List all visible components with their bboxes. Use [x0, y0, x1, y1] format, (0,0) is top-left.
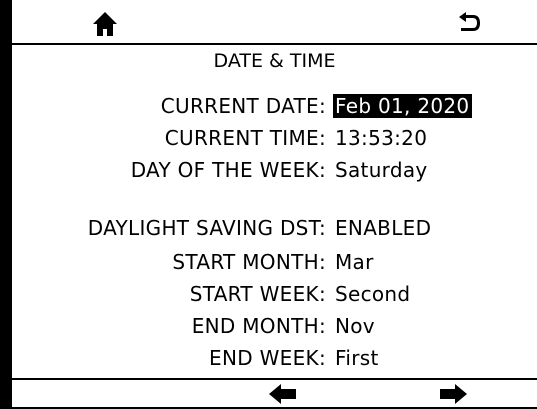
- setting-value-selected[interactable]: Feb 01, 2020: [333, 94, 473, 118]
- setting-row-start-month[interactable]: START MONTH: Mar: [12, 250, 537, 280]
- setting-row-day-of-week[interactable]: DAY OF THE WEEK: Saturday: [12, 158, 537, 188]
- setting-row-current-date[interactable]: CURRENT DATE: Feb 01, 2020: [12, 94, 537, 124]
- back-button[interactable]: [456, 10, 482, 36]
- setting-label: START WEEK:: [189, 282, 326, 306]
- setting-label: DAY OF THE WEEK:: [130, 158, 326, 182]
- setting-label: END WEEK:: [209, 346, 326, 370]
- setting-label: END MONTH:: [191, 314, 326, 338]
- setting-value[interactable]: Nov: [333, 314, 378, 338]
- date-time-screen: DATE & TIME CURRENT DATE: Feb 01, 2020 C…: [12, 0, 537, 407]
- setting-label: CURRENT DATE:: [160, 94, 326, 118]
- setting-label: START MONTH:: [172, 250, 326, 274]
- right-arrow-icon: [440, 384, 467, 404]
- previous-button[interactable]: [268, 383, 298, 405]
- setting-value[interactable]: First: [333, 346, 382, 370]
- top-bar: [12, 0, 537, 45]
- setting-value[interactable]: Saturday: [333, 158, 431, 182]
- setting-value[interactable]: 13:53:20: [333, 126, 430, 150]
- setting-row-end-week[interactable]: END WEEK: First: [12, 346, 537, 376]
- bottom-bar: [12, 378, 537, 409]
- setting-value[interactable]: Second: [333, 282, 413, 306]
- home-icon: [93, 12, 117, 36]
- next-button[interactable]: [438, 383, 468, 405]
- left-arrow-icon: [269, 384, 296, 404]
- back-arrow-icon: [459, 12, 480, 31]
- setting-label: CURRENT TIME:: [164, 126, 326, 150]
- setting-row-current-time[interactable]: CURRENT TIME: 13:53:20: [12, 126, 537, 156]
- setting-label: DAYLIGHT SAVING DST:: [87, 216, 326, 240]
- page-title: DATE & TIME: [213, 50, 336, 72]
- setting-row-end-month[interactable]: END MONTH: Nov: [12, 314, 537, 344]
- home-button[interactable]: [92, 11, 118, 37]
- setting-row-start-week[interactable]: START WEEK: Second: [12, 282, 537, 312]
- setting-value[interactable]: Mar: [333, 250, 377, 274]
- setting-value[interactable]: ENABLED: [333, 216, 434, 240]
- setting-row-daylight-saving[interactable]: DAYLIGHT SAVING DST: ENABLED: [12, 216, 537, 246]
